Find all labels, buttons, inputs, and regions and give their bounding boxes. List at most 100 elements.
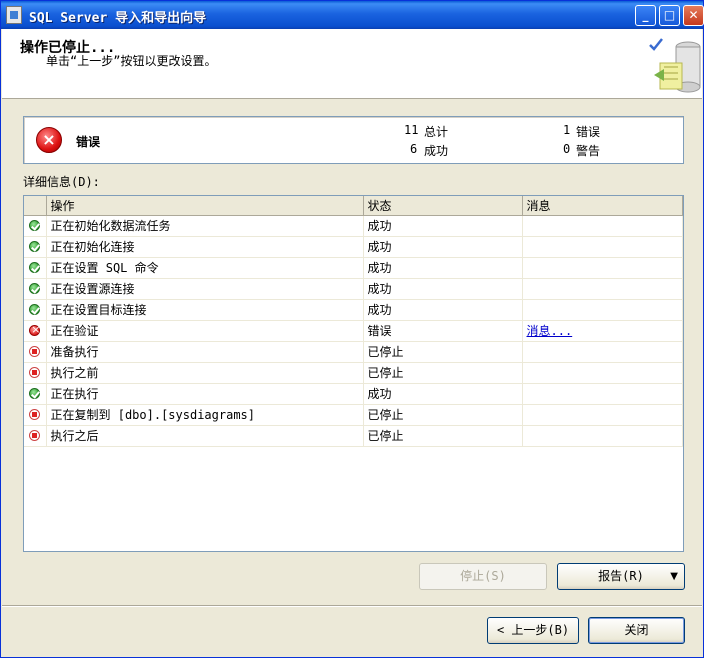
back-button[interactable]: < 上一步(B) [487,617,579,644]
row-action: 正在初始化连接 [46,236,364,258]
row-action: 正在设置目标连接 [46,299,364,321]
success-icon [29,303,41,315]
error-status-icon: × [36,127,62,153]
error-icon [29,323,40,336]
row-message [522,278,683,300]
details-grid[interactable]: 操作 状态 消息 正在初始化数据流任务 成功 正在初始化连接 成功 正在设置 SQL 命… [23,195,684,552]
row-status: 成功 [363,215,523,237]
details-label: 详细信息(D): [23,175,100,189]
title-bar[interactable]: SQL Server 导入和导出向导 _ □ ✕ [1,1,704,29]
stopped-icon [29,408,41,420]
row-icon-cell [24,362,47,384]
row-icon-cell [24,320,47,342]
row-status: 已停止 [363,362,523,384]
app-icon [6,6,22,24]
report-button[interactable]: 报告(R) ▼ [557,563,685,590]
row-message [522,236,683,258]
page-subtitle: 单击“上一步”按钮以更改设置。 [46,54,217,68]
row-icon-cell [24,404,47,426]
row-icon-cell [24,278,47,300]
success-count: 6 [410,142,418,156]
row-message [522,404,683,426]
warning-label: 警告 [576,144,601,158]
row-status: 成功 [363,257,523,279]
row-action: 执行之后 [46,425,364,447]
row-status: 成功 [363,236,523,258]
row-icon-cell [24,425,47,447]
column-header-action[interactable]: 操作 [46,196,364,216]
row-message [522,362,683,384]
summary-panel: × 错误 11 总计 6 成功 1 错误 0 警告 [23,116,684,164]
row-status: 成功 [363,383,523,405]
row-icon-cell [24,341,47,363]
message-link[interactable]: 消息... [527,324,573,338]
stop-button[interactable]: 停止(S) [419,563,547,590]
footer-divider [2,605,702,607]
chevron-down-icon: ▼ [670,571,678,582]
success-icon [29,240,41,252]
row-action: 正在设置源连接 [46,278,364,300]
row-message: 消息... [522,320,683,342]
row-message [522,341,683,363]
row-message [522,425,683,447]
wizard-logo-icon [649,38,701,93]
row-message [522,215,683,237]
stopped-icon [29,366,41,378]
icon-column-header[interactable] [24,196,47,216]
row-status: 成功 [363,278,523,300]
maximize-button[interactable]: □ [659,5,680,26]
row-icon-cell [24,257,47,279]
row-icon-cell [24,215,47,237]
success-icon [29,387,41,399]
row-status: 错误 [363,320,523,342]
row-action: 正在复制到 [dbo].[sysdiagrams] [46,404,364,426]
table-row[interactable]: 正在执行 成功 [24,383,683,405]
minimize-icon: _ [642,8,649,22]
success-icon [29,261,41,273]
row-icon-cell [24,383,47,405]
stopped-icon [29,345,41,357]
total-count: 11 [404,123,419,137]
table-row[interactable]: 正在设置 SQL 命令 成功 [24,257,683,279]
total-label: 总计 [424,125,449,139]
summary-status: 错误 [76,135,101,149]
table-row[interactable]: 正在复制到 [dbo].[sysdiagrams] 已停止 [24,404,683,426]
error-label: 错误 [576,125,601,139]
row-icon-cell [24,236,47,258]
table-row[interactable]: 正在初始化连接 成功 [24,236,683,258]
details-table: 操作 状态 消息 正在初始化数据流任务 成功 正在初始化连接 成功 正在设置 SQL 命… [24,196,683,447]
close-icon: ✕ [688,8,699,22]
success-icon [29,219,41,231]
table-row[interactable]: 正在设置目标连接 成功 [24,299,683,321]
window-title: SQL Server 导入和导出向导 [29,11,207,26]
row-status: 已停止 [363,425,523,447]
row-action: 正在设置 SQL 命令 [46,257,364,279]
row-action: 执行之前 [46,362,364,384]
row-status: 已停止 [363,404,523,426]
row-message [522,257,683,279]
row-action: 正在执行 [46,383,364,405]
row-action: 正在初始化数据流任务 [46,215,364,237]
row-status: 成功 [363,299,523,321]
table-row[interactable]: 执行之后 已停止 [24,425,683,447]
wizard-header: 操作已停止... 单击“上一步”按钮以更改设置。 [2,29,702,99]
column-header-status[interactable]: 状态 [363,196,523,216]
column-header-message[interactable]: 消息 [522,196,683,216]
table-row[interactable]: 准备执行 已停止 [24,341,683,363]
wizard-window: SQL Server 导入和导出向导 _ □ ✕ 操作已停止... 单击“上一步… [0,0,704,658]
maximize-icon: □ [663,8,676,22]
close-button[interactable]: 关闭 [588,617,685,644]
minimize-button[interactable]: _ [635,5,656,26]
row-action: 正在验证 [46,320,364,342]
report-button-label: 报告(R) [598,569,644,583]
close-window-button[interactable]: ✕ [683,5,704,26]
table-row[interactable]: 正在验证错误消息... [24,320,683,342]
table-row[interactable]: 正在设置源连接 成功 [24,278,683,300]
table-row[interactable]: 正在初始化数据流任务 成功 [24,215,683,237]
row-message [522,299,683,321]
error-count: 1 [563,123,571,137]
success-label: 成功 [424,144,449,158]
stopped-icon [29,429,41,441]
table-row[interactable]: 执行之前 已停止 [24,362,683,384]
row-action: 准备执行 [46,341,364,363]
